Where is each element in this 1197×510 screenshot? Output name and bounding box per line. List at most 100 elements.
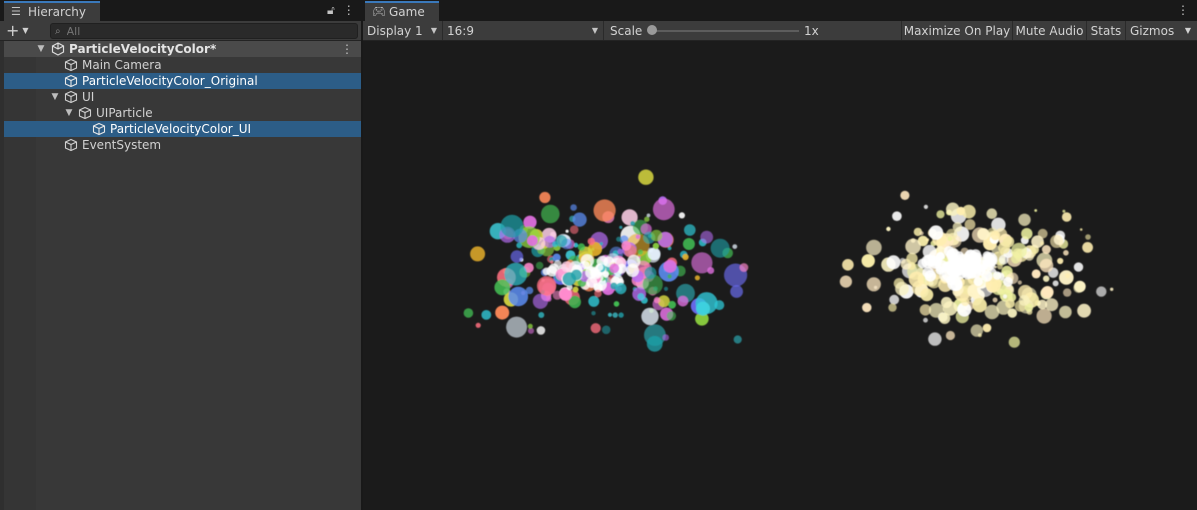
particle [1039,258,1054,273]
particle [982,252,998,268]
mute-audio-label: Mute Audio [1015,23,1084,38]
hierarchy-item-uiparticle[interactable]: ▼ UIParticle [4,105,361,121]
particle [839,275,852,288]
scale-slider-track[interactable] [651,30,799,32]
game-toolbar: Display 1 ▼ 16:9 ▼ Scale 1x Maximize On … [363,21,1197,41]
particle [663,259,677,273]
gizmos-dropdown[interactable]: Gizmos ▼ [1125,21,1197,40]
gamepad-icon: 🎮︎ [372,5,386,18]
hierarchy-item-label: Main Camera [82,58,162,72]
hierarchy-item-main-camera[interactable]: Main Camera [4,57,361,73]
search-input[interactable] [66,24,327,38]
particle [1096,286,1107,297]
tab-hierarchy-label: Hierarchy [28,5,87,19]
tab-hierarchy[interactable]: ☰ Hierarchy [4,1,100,21]
particle [1011,242,1027,259]
hierarchy-item-eventsystem[interactable]: EventSystem [4,137,361,153]
particle [535,261,544,270]
aspect-dropdown[interactable]: 16:9 ▼ [443,21,604,40]
maximize-on-play-label: Maximize On Play [903,23,1011,38]
particle [906,252,918,265]
particle [961,297,970,307]
expand-arrow-icon[interactable]: ▼ [64,108,74,118]
scale-slider-handle[interactable] [647,25,657,35]
tab-game[interactable]: 🎮︎ Game [365,1,439,21]
chevron-down-icon: ▼ [430,26,437,35]
particle [948,252,959,262]
particle [607,312,613,317]
game-viewport[interactable] [363,41,1197,510]
particle [637,293,645,301]
particle [1077,303,1091,318]
unity-scene-icon [51,42,65,56]
particle [1073,262,1084,272]
particle [862,302,872,313]
particle [648,247,654,253]
particle [470,246,486,262]
hierarchy-item-ui[interactable]: ▼ UI [4,89,361,105]
particle [696,301,710,316]
particle [562,272,577,286]
particle [866,239,882,256]
particle [1021,228,1033,240]
display-dropdown[interactable]: Display 1 ▼ [363,21,443,40]
expand-arrow-icon[interactable]: ▼ [36,44,46,54]
particle [609,263,620,274]
particle [506,316,528,338]
particle [677,295,689,307]
particle [956,206,966,216]
particle [923,317,928,323]
particle [1059,305,1072,319]
hierarchy-item-particlevelocitycolor-original[interactable]: ParticleVelocityColor_Original [4,73,361,89]
particle [616,236,622,242]
particle [972,298,987,313]
particle [587,237,595,246]
stats-button[interactable]: Stats [1086,21,1125,40]
particle [682,238,695,250]
particle [525,286,534,295]
particle [973,276,983,287]
particle [998,254,1009,265]
particle [536,326,546,335]
stats-label: Stats [1090,23,1122,38]
particle [555,235,568,247]
particle [684,224,696,236]
search-field[interactable]: ⌕ [50,23,358,39]
particle [990,230,1001,241]
particle [946,265,958,277]
particle [1034,209,1038,212]
more-options-icon[interactable]: ⋮ [1177,3,1189,17]
game-tabbar: 🎮︎ Game ⋮ [363,0,1197,21]
gameobject-cube-icon [64,58,78,72]
particle [527,323,533,329]
particle [638,169,654,185]
create-button[interactable]: + ▼ [6,21,38,40]
particle [977,228,990,241]
scene-menu-icon[interactable]: ⋮ [341,42,353,56]
particle [652,198,675,221]
lock-icon[interactable]: 🔓︎ [327,3,335,18]
particle [1085,234,1091,240]
particle [923,204,929,209]
particle [682,253,689,261]
scene-row[interactable]: ▼ ParticleVelocityColor* ⋮ [4,41,361,57]
particle [565,229,569,233]
particle [615,282,627,295]
particle [662,334,669,341]
hierarchy-item-particlevelocitycolor-ui[interactable]: ParticleVelocityColor_UI [4,121,361,137]
particle [581,261,590,270]
particle [644,216,650,222]
particle [982,323,992,333]
particle [1031,269,1041,279]
particle [1079,228,1083,231]
more-options-icon[interactable]: ⋮ [343,3,355,18]
particle [1002,294,1008,299]
particle [599,242,603,246]
mute-audio-button[interactable]: Mute Audio [1012,21,1086,40]
particle [586,277,598,288]
maximize-on-play-button[interactable]: Maximize On Play [901,21,1012,40]
particle [653,296,661,304]
particle [886,226,891,232]
expand-arrow-icon[interactable]: ▼ [50,92,60,102]
particle [619,225,623,229]
